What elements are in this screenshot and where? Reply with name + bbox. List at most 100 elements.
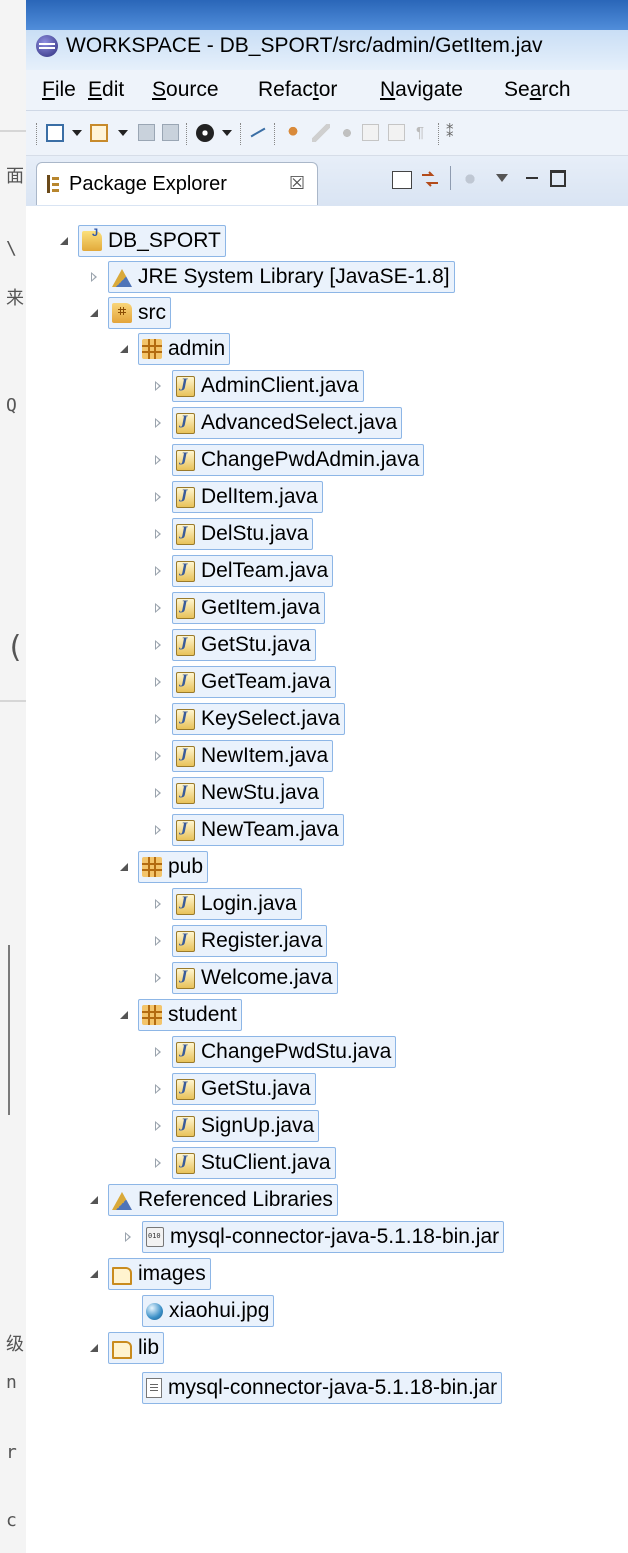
menu-file[interactable]: File bbox=[42, 78, 76, 102]
skip-breakpoints-icon[interactable] bbox=[246, 120, 266, 138]
expand-toggle[interactable] bbox=[88, 307, 100, 319]
save-icon[interactable] bbox=[138, 124, 155, 141]
tree-file[interactable]: DelTeam.java bbox=[152, 554, 334, 588]
expand-toggle[interactable] bbox=[88, 1342, 100, 1354]
expand-toggle[interactable] bbox=[152, 972, 164, 984]
menu-search[interactable]: Search bbox=[504, 78, 571, 102]
chevron-down-icon[interactable] bbox=[72, 130, 82, 136]
tree-file[interactable]: StuClient.java bbox=[152, 1146, 336, 1180]
tree-images-folder[interactable]: images bbox=[88, 1257, 211, 1291]
tree-file[interactable]: GetStu.java bbox=[152, 1072, 316, 1106]
tree-file[interactable]: GetStu.java bbox=[152, 628, 316, 662]
expand-toggle[interactable] bbox=[58, 235, 70, 247]
expand-toggle[interactable] bbox=[88, 271, 100, 283]
jar-icon bbox=[146, 1227, 164, 1247]
expand-toggle[interactable] bbox=[152, 787, 164, 799]
view-menu-icon[interactable] bbox=[496, 174, 508, 182]
chevron-down-icon[interactable] bbox=[118, 130, 128, 136]
expand-toggle[interactable] bbox=[152, 565, 164, 577]
expand-toggle[interactable] bbox=[118, 861, 130, 873]
java-file-icon bbox=[176, 708, 195, 730]
tree-file[interactable]: Login.java bbox=[152, 887, 302, 921]
tree-file[interactable]: SignUp.java bbox=[152, 1109, 320, 1143]
tree-image-file[interactable]: xiaohui.jpg bbox=[122, 1294, 275, 1328]
tree-file[interactable]: AdvancedSelect.java bbox=[152, 406, 403, 440]
pilcrow-icon[interactable]: ¶ bbox=[416, 124, 434, 142]
expand-toggle[interactable] bbox=[152, 639, 164, 651]
tree-lib-folder[interactable]: lib bbox=[88, 1331, 165, 1365]
expand-toggle[interactable] bbox=[152, 676, 164, 688]
save-all-icon[interactable] bbox=[162, 124, 179, 141]
tree-referenced-jar[interactable]: mysql-connector-java-5.1.18-bin.jar bbox=[122, 1220, 505, 1254]
link-with-editor-icon[interactable] bbox=[420, 170, 440, 188]
expand-toggle[interactable] bbox=[152, 935, 164, 947]
expand-toggle[interactable] bbox=[152, 491, 164, 503]
expand-toggle[interactable] bbox=[152, 824, 164, 836]
expand-toggle[interactable] bbox=[88, 1268, 100, 1280]
expand-toggle[interactable] bbox=[118, 343, 130, 355]
search-icon[interactable] bbox=[338, 124, 356, 142]
tab-package-explorer[interactable]: Package Explorer ☒ bbox=[36, 162, 318, 205]
new-package-icon[interactable] bbox=[90, 124, 108, 142]
tree-file[interactable]: ChangePwdAdmin.java bbox=[152, 443, 425, 477]
new-icon[interactable] bbox=[46, 124, 64, 142]
expand-toggle[interactable] bbox=[152, 713, 164, 725]
minimize-icon[interactable] bbox=[526, 177, 538, 179]
tree-package-pub[interactable]: pub bbox=[118, 850, 209, 884]
debug-profile-icon[interactable] bbox=[196, 124, 214, 142]
menu-source[interactable]: Source bbox=[152, 78, 219, 102]
expand-toggle[interactable] bbox=[152, 1120, 164, 1132]
tree-package-student[interactable]: student bbox=[118, 998, 242, 1032]
tree-jre-library[interactable]: JRE System Library [JavaSE-1.8] bbox=[88, 260, 455, 294]
tree-file[interactable]: NewTeam.java bbox=[152, 813, 344, 847]
expand-toggle[interactable] bbox=[152, 380, 164, 392]
expand-toggle[interactable] bbox=[152, 898, 164, 910]
tree-file[interactable]: Register.java bbox=[152, 924, 328, 958]
expand-toggle[interactable] bbox=[152, 1157, 164, 1169]
tree-file[interactable]: NewStu.java bbox=[152, 776, 324, 810]
java-file-icon bbox=[176, 1115, 195, 1137]
expand-toggle[interactable] bbox=[152, 750, 164, 762]
collapse-all-icon[interactable] bbox=[392, 171, 412, 189]
expand-toggle[interactable] bbox=[118, 1009, 130, 1021]
tree-file[interactable]: AdminClient.java bbox=[152, 369, 364, 403]
expand-toggle[interactable] bbox=[152, 1083, 164, 1095]
menu-navigate[interactable]: Navigate bbox=[380, 78, 463, 102]
tree-file[interactable]: NewItem.java bbox=[152, 739, 334, 773]
tree-file[interactable]: Welcome.java bbox=[152, 961, 338, 995]
menu-edit[interactable]: Edit bbox=[88, 78, 124, 102]
tree-lib-jar-file[interactable]: mysql-connector-java-5.1.18-bin.jar bbox=[122, 1371, 503, 1405]
java-file-icon bbox=[176, 634, 195, 656]
tree-file[interactable]: ChangePwdStu.java bbox=[152, 1035, 397, 1069]
maximize-icon[interactable] bbox=[550, 170, 566, 187]
close-icon[interactable]: ☒ bbox=[289, 173, 305, 194]
annotation-icon[interactable]: ⁑ bbox=[446, 124, 464, 142]
chevron-down-icon[interactable] bbox=[222, 130, 232, 136]
expand-toggle[interactable] bbox=[88, 1194, 100, 1206]
open-task-icon[interactable] bbox=[362, 124, 379, 141]
expand-toggle[interactable] bbox=[152, 602, 164, 614]
expand-toggle[interactable] bbox=[152, 528, 164, 540]
expand-toggle[interactable] bbox=[152, 454, 164, 466]
expand-toggle[interactable] bbox=[152, 1046, 164, 1058]
tree-item-label: GetItem.java bbox=[201, 596, 321, 619]
focus-task-icon[interactable] bbox=[462, 171, 478, 187]
title-bar[interactable]: WORKSPACE - DB_SPORT/src/admin/GetItem.j… bbox=[26, 0, 628, 70]
expand-toggle[interactable] bbox=[122, 1231, 134, 1243]
tree-file[interactable]: KeySelect.java bbox=[152, 702, 345, 736]
menu-refactor[interactable]: Refactor bbox=[258, 78, 337, 102]
tree-file[interactable]: GetItem.java bbox=[152, 591, 326, 625]
tree-file[interactable]: DelStu.java bbox=[152, 517, 314, 551]
tree-package-admin[interactable]: admin bbox=[118, 332, 231, 366]
block-selection-icon[interactable] bbox=[388, 124, 405, 141]
tree-project[interactable]: DB_SPORT bbox=[58, 224, 226, 258]
edit-icon[interactable] bbox=[312, 124, 330, 142]
tree-referenced-libraries[interactable]: Referenced Libraries bbox=[88, 1183, 338, 1217]
open-type-icon[interactable] bbox=[284, 124, 302, 142]
window-title: WORKSPACE - DB_SPORT/src/admin/GetItem.j… bbox=[66, 34, 543, 57]
expand-toggle[interactable] bbox=[152, 417, 164, 429]
tree-item-label: GetStu.java bbox=[201, 1077, 311, 1100]
tree-file[interactable]: DelItem.java bbox=[152, 480, 323, 514]
tree-file[interactable]: GetTeam.java bbox=[152, 665, 336, 699]
tree-src-folder[interactable]: src bbox=[88, 296, 171, 330]
